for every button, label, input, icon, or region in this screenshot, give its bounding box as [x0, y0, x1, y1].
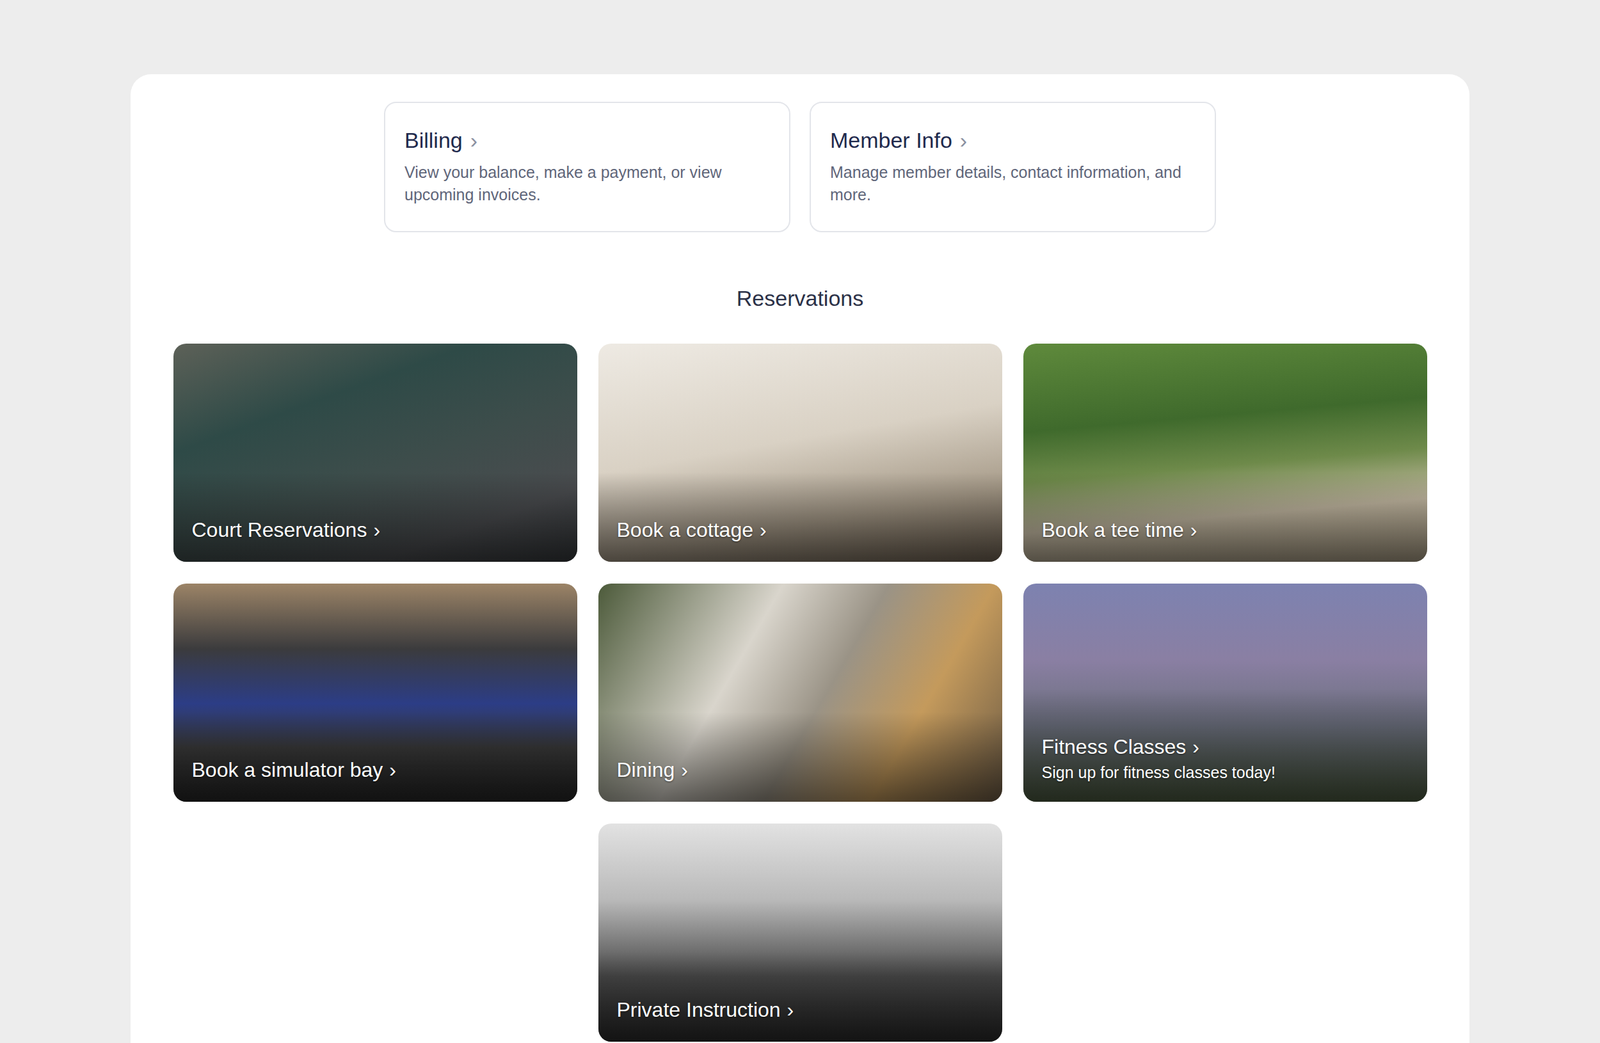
tile-label[interactable]: Book a tee time › — [1023, 472, 1428, 562]
tile-title[interactable]: Book a cottage› — [616, 517, 984, 543]
section-heading: Reservations — [168, 285, 1432, 312]
tile-title-text[interactable]: Book a simulator bay — [192, 757, 384, 783]
tile-label[interactable]: Book a simulator bay› — [173, 712, 578, 802]
tile-title[interactable]: Private Instruction › — [616, 997, 984, 1023]
tile-title-text[interactable]: Court Reservations — [192, 517, 368, 543]
tile-title-text[interactable]: Dining — [616, 757, 676, 783]
tile-title-text[interactable]: Book a tee time — [1041, 517, 1184, 543]
account-card[interactable]: Member Info › Manage member details, conta… — [809, 101, 1216, 233]
account-card-title-text[interactable]: Member Info — [830, 127, 953, 154]
account-card-title-text[interactable]: Billing — [404, 127, 463, 154]
reservation-tile[interactable]: Dining› — [598, 583, 1003, 802]
tile-label[interactable]: Book a cottage› — [598, 472, 1003, 562]
tile-label[interactable]: Fitness Classes›Sign up for fitness clas… — [1023, 689, 1428, 803]
chevron-icon[interactable]: › — [389, 759, 397, 781]
reservation-tile[interactable]: Court Reservations› — [173, 343, 578, 562]
tile-title-text[interactable]: Private Instruction — [616, 997, 781, 1023]
reservation-tile[interactable]: Book a cottage› — [598, 343, 1003, 562]
chevron-icon[interactable]: › — [470, 129, 478, 152]
main-panel: Billing › View your balance, make a paymen… — [130, 74, 1470, 1043]
reservation-tile[interactable]: Private Instruction › — [598, 823, 1003, 1042]
tile-title-text[interactable]: Fitness Classes — [1041, 734, 1187, 760]
tile-title[interactable]: Dining› — [616, 757, 984, 783]
account-card-title[interactable]: Billing › — [404, 127, 770, 154]
tile-title[interactable]: Book a simulator bay› — [192, 757, 559, 783]
reservation-tile[interactable]: Fitness Classes›Sign up for fitness clas… — [1023, 583, 1428, 802]
tile-label[interactable]: Private Instruction › — [598, 952, 1003, 1042]
tile-title[interactable]: Book a tee time › — [1041, 517, 1409, 543]
reservation-tile[interactable]: Book a simulator bay› — [173, 583, 578, 802]
chevron-icon[interactable]: › — [1192, 736, 1200, 758]
tile-title-text[interactable]: Book a cottage — [616, 517, 754, 543]
account-card[interactable]: Billing › View your balance, make a paymen… — [384, 101, 791, 233]
account-card-description: View your balance, make a payment, or vi… — [404, 161, 770, 207]
chevron-icon[interactable]: › — [1190, 519, 1198, 541]
tile-subtitle: Sign up for fitness classes today! — [1041, 762, 1409, 784]
chevron-icon[interactable]: › — [960, 129, 968, 152]
chevron-icon[interactable]: › — [680, 759, 688, 781]
reservation-grid: Court Reservations›Book a cottage›Book a… — [168, 343, 1432, 1042]
chevron-icon[interactable]: › — [787, 999, 795, 1021]
tile-title[interactable]: Court Reservations› — [192, 517, 559, 543]
account-cards: Billing › View your balance, make a paymen… — [168, 101, 1432, 233]
chevron-icon[interactable]: › — [373, 519, 381, 541]
tile-label[interactable]: Dining› — [598, 712, 1003, 802]
reservation-tile[interactable]: Book a tee time › — [1023, 343, 1428, 562]
tile-title[interactable]: Fitness Classes› — [1041, 734, 1409, 760]
chevron-icon[interactable]: › — [759, 519, 767, 541]
account-card-title[interactable]: Member Info › — [830, 127, 1196, 154]
account-card-description: Manage member details, contact informati… — [830, 161, 1196, 207]
tile-label[interactable]: Court Reservations› — [173, 472, 578, 562]
